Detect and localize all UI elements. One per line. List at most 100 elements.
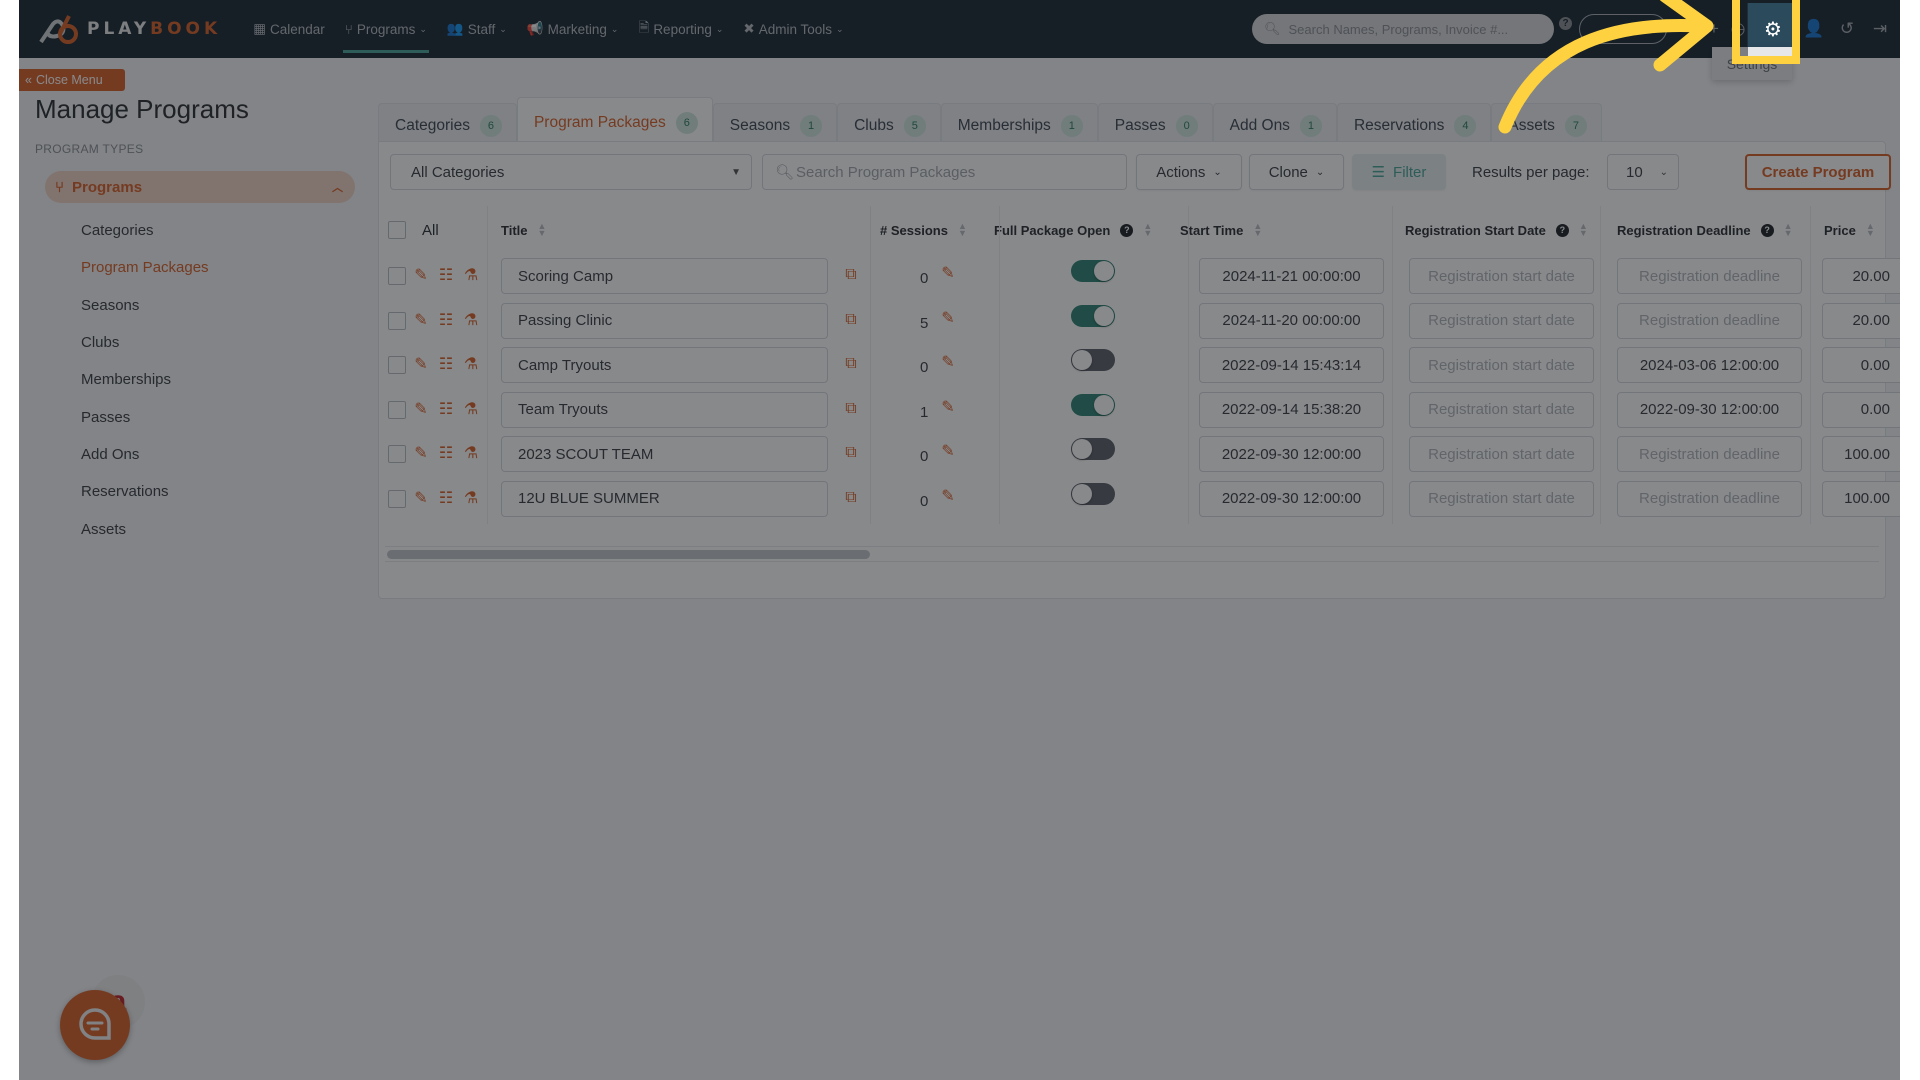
list-icon[interactable]: ☷ (437, 354, 455, 374)
pencil-icon[interactable]: ✎ (412, 310, 430, 330)
pencil-icon[interactable]: ✎ (412, 443, 430, 463)
start-time-input[interactable]: 2024-11-21 00:00:00 (1199, 258, 1384, 294)
nav-staff[interactable]: 👥 Staff ⌄ (437, 0, 517, 58)
title-input[interactable]: Passing Clinic (501, 302, 828, 339)
sidebar-item-memberships[interactable]: Memberships (81, 361, 209, 398)
row-checkbox[interactable] (388, 267, 406, 285)
external-link-icon[interactable]: ⧉ (842, 354, 860, 374)
nav-programs[interactable]: ⑂ Programs ⌄ (335, 0, 437, 58)
nav-calendar[interactable]: ▦ Calendar (243, 0, 335, 58)
list-icon[interactable]: ☷ (437, 399, 455, 419)
pencil-icon[interactable]: ✎ (412, 399, 430, 419)
header-pill-button[interactable] (1579, 14, 1667, 44)
price-input[interactable]: 100.00 (1822, 436, 1900, 472)
column-header-price[interactable]: Price ▲ ▼ (1824, 206, 1875, 254)
help-icon[interactable]: ? (1559, 17, 1572, 30)
start-time-input[interactable]: 2022-09-14 15:43:14 (1199, 347, 1384, 383)
sidebar-item-program-packages[interactable]: Program Packages (81, 249, 209, 286)
pencil-icon[interactable]: ✎ (939, 308, 957, 328)
flask-icon[interactable]: ⚗ (462, 265, 480, 285)
tab-program-packages[interactable]: Program Packages 6 (516, 97, 713, 147)
help-icon[interactable]: ? (1120, 223, 1134, 237)
horizontal-scrollbar[interactable] (385, 546, 1879, 562)
global-search-input[interactable]: 🔍︎ Search Names, Programs, Invoice #... (1252, 14, 1554, 44)
nav-admin-tools[interactable]: ✖ Admin Tools ⌄ (733, 0, 853, 58)
title-input[interactable]: 12U BLUE SUMMER (501, 480, 828, 517)
filter-button[interactable]: ☰ Filter (1352, 154, 1446, 190)
pencil-icon[interactable]: ✎ (412, 488, 430, 508)
column-header-start-time[interactable]: Start Time ▲ ▼ (1180, 206, 1262, 254)
column-header-sessions[interactable]: # Sessions ▲ ▼ (880, 206, 967, 254)
external-link-icon[interactable]: ⧉ (842, 488, 860, 508)
column-header-registration-start[interactable]: Registration Start Date? ▲ ▼ (1405, 206, 1588, 254)
registration-start-input[interactable]: Registration start date (1409, 347, 1594, 383)
pencil-icon[interactable]: ✎ (939, 441, 957, 461)
flask-icon[interactable]: ⚗ (462, 399, 480, 419)
add-icon[interactable]: + (1701, 16, 1727, 42)
price-input[interactable]: 20.00 (1822, 258, 1900, 294)
full-package-open-toggle[interactable] (1071, 438, 1115, 460)
registration-deadline-input[interactable]: Registration deadline (1617, 436, 1802, 472)
logout-icon[interactable]: ⇥ (1867, 16, 1893, 42)
help-icon[interactable]: ? (1555, 223, 1569, 237)
title-input[interactable]: Team Tryouts (501, 391, 828, 428)
full-package-open-toggle[interactable] (1071, 349, 1115, 371)
flask-icon[interactable]: ⚗ (462, 354, 480, 374)
help-icon[interactable]: ? (1760, 223, 1774, 237)
column-header-title[interactable]: Title ▲ ▼ (501, 206, 546, 254)
chat-button[interactable] (60, 990, 130, 1060)
pencil-icon[interactable]: ✎ (939, 263, 957, 283)
registration-start-input[interactable]: Registration start date (1409, 302, 1594, 339)
nav-reporting[interactable]: 🗎 Reporting ⌄ (628, 0, 733, 58)
pencil-icon[interactable]: ✎ (939, 352, 957, 372)
sidebar-item-reservations[interactable]: Reservations (81, 473, 209, 510)
list-icon[interactable]: ☷ (437, 310, 455, 330)
column-header-full-package-open[interactable]: Full Package Open? ▲ ▼ (994, 206, 1152, 254)
full-package-open-toggle[interactable] (1071, 482, 1115, 505)
registration-deadline-input[interactable]: Registration deadline (1617, 480, 1802, 517)
clone-button[interactable]: Clone ⌄ (1249, 154, 1344, 190)
start-time-input[interactable]: 2024-11-20 00:00:00 (1199, 302, 1384, 339)
external-link-icon[interactable]: ⧉ (842, 265, 860, 285)
sidebar-item-seasons[interactable]: Seasons (81, 287, 209, 324)
title-input[interactable]: 2023 SCOUT TEAM (501, 436, 828, 472)
pencil-icon[interactable]: ✎ (412, 354, 430, 374)
pencil-icon[interactable]: ✎ (412, 265, 430, 285)
external-link-icon[interactable]: ⧉ (842, 310, 860, 330)
row-checkbox[interactable] (388, 489, 406, 508)
registration-deadline-input[interactable]: Registration deadline (1617, 258, 1802, 294)
registration-deadline-input[interactable]: Registration deadline (1617, 302, 1802, 339)
price-input[interactable]: 0.00 (1822, 391, 1900, 428)
column-header-registration-deadline[interactable]: Registration Deadline? ▲ ▼ (1617, 206, 1793, 254)
row-checkbox[interactable] (388, 311, 406, 330)
registration-deadline-input[interactable]: 2024-03-06 12:00:00 (1617, 347, 1802, 383)
full-package-open-toggle[interactable] (1071, 393, 1115, 416)
results-per-page-select[interactable]: 10 ⌄ (1607, 154, 1679, 190)
external-link-icon[interactable]: ⧉ (842, 399, 860, 419)
flask-icon[interactable]: ⚗ (462, 443, 480, 463)
full-package-open-toggle[interactable] (1071, 260, 1115, 282)
sidebar-group-programs[interactable]: ⑂ Programs ︿ (45, 171, 355, 203)
row-checkbox[interactable] (388, 400, 406, 419)
select-all-checkbox[interactable] (388, 221, 406, 239)
category-select[interactable]: All Categories ▼ (390, 154, 752, 190)
external-link-icon[interactable]: ⧉ (842, 443, 860, 463)
start-time-input[interactable]: 2022-09-14 15:38:20 (1199, 391, 1384, 428)
title-input[interactable]: Camp Tryouts (501, 347, 828, 383)
row-checkbox[interactable] (388, 445, 406, 463)
start-time-input[interactable]: 2022-09-30 12:00:00 (1199, 480, 1384, 517)
full-package-open-toggle[interactable] (1071, 304, 1115, 327)
row-checkbox[interactable] (388, 356, 406, 374)
start-time-input[interactable]: 2022-09-30 12:00:00 (1199, 436, 1384, 472)
sidebar-item-assets[interactable]: Assets (81, 510, 209, 547)
sidebar-item-add-ons[interactable]: Add Ons (81, 436, 209, 473)
package-search-input[interactable]: 🔍︎ Search Program Packages (762, 154, 1127, 190)
sidebar-item-clubs[interactable]: Clubs (81, 324, 209, 361)
history-icon[interactable]: ↺ (1834, 16, 1860, 42)
price-input[interactable]: 20.00 (1822, 302, 1900, 339)
sidebar-item-passes[interactable]: Passes (81, 398, 209, 435)
create-program-button[interactable]: Create Program (1745, 154, 1891, 190)
pencil-icon[interactable]: ✎ (939, 397, 957, 417)
scrollbar-thumb[interactable] (387, 550, 870, 559)
close-menu-button[interactable]: «Close Menu (19, 69, 125, 91)
